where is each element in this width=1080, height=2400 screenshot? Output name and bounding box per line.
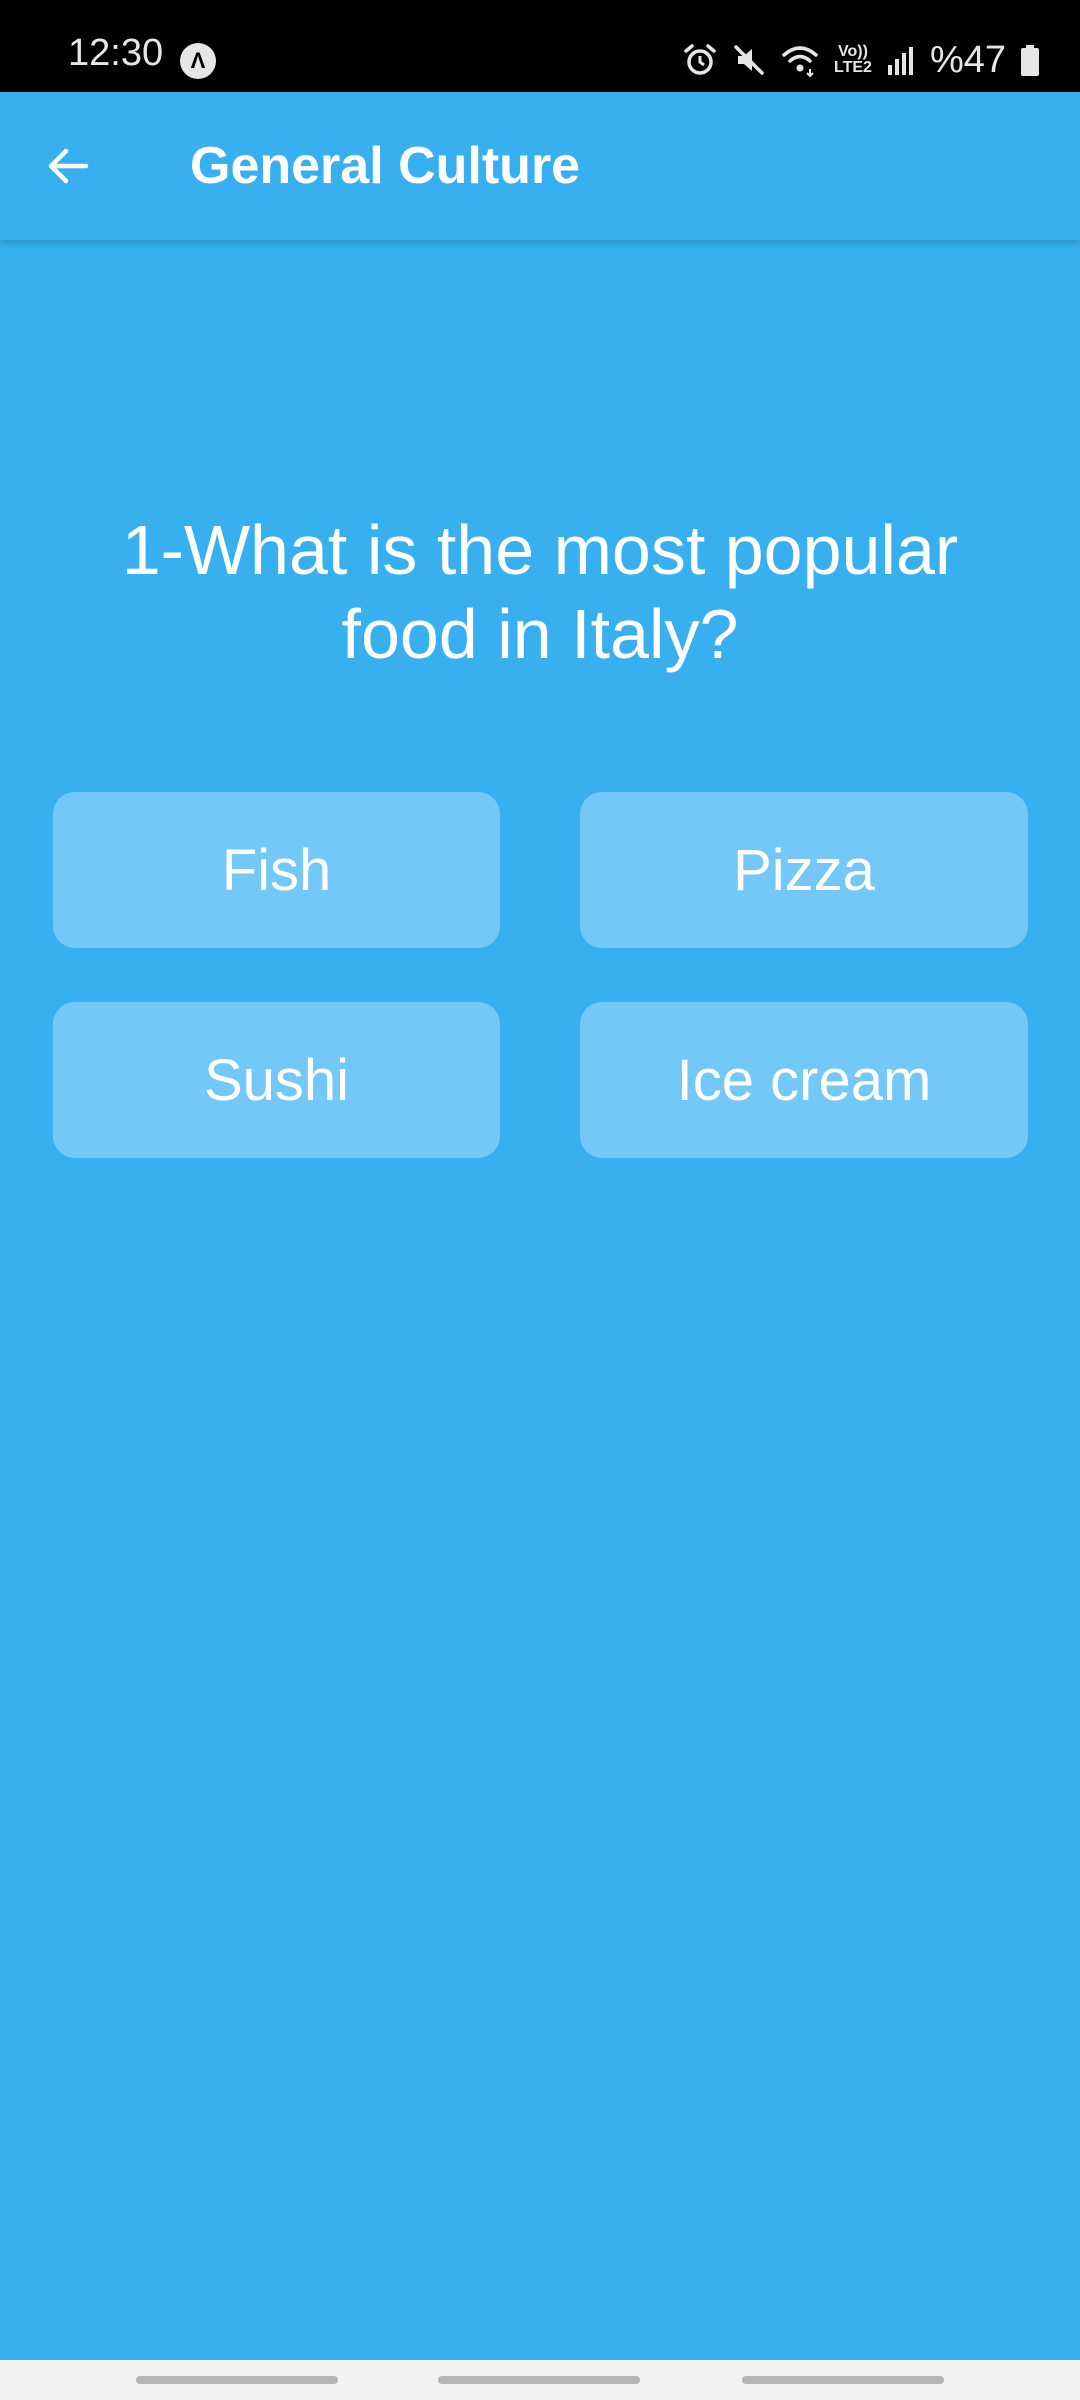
wifi-icon bbox=[780, 43, 820, 77]
nav-recents-button[interactable] bbox=[136, 2376, 338, 2384]
answer-button-fish[interactable]: Fish bbox=[53, 792, 500, 948]
lte-label: LTE2 bbox=[834, 59, 872, 76]
battery-icon bbox=[1020, 43, 1040, 77]
answer-grid: Fish Pizza Sushi Ice cream bbox=[53, 792, 1028, 1158]
status-time: 12:30 bbox=[68, 32, 164, 74]
app-bar: General Culture bbox=[0, 92, 1080, 240]
mute-icon bbox=[732, 43, 766, 77]
app-notification-icon: Λ bbox=[180, 43, 216, 79]
answer-button-pizza[interactable]: Pizza bbox=[580, 792, 1028, 948]
back-arrow-icon bbox=[44, 142, 92, 195]
battery-percent: %47 bbox=[929, 39, 1006, 81]
navigation-bar bbox=[0, 2360, 1080, 2400]
status-icons: Vo)) LTE2 %47 bbox=[682, 40, 1040, 80]
signal-icon bbox=[886, 43, 916, 77]
volte-label: Vo)) bbox=[838, 43, 868, 60]
volte-icon: Vo)) LTE2 bbox=[834, 44, 872, 76]
answer-button-sushi[interactable]: Sushi bbox=[53, 1002, 500, 1158]
question-text: 1-What is the most popular food in Italy… bbox=[121, 511, 959, 673]
alarm-icon bbox=[682, 42, 718, 78]
back-button[interactable] bbox=[28, 128, 108, 208]
page-title: General Culture bbox=[190, 137, 581, 195]
nav-back-button[interactable] bbox=[742, 2376, 944, 2384]
nav-home-button[interactable] bbox=[438, 2376, 640, 2384]
status-bar: 12:30 Λ Vo)) LTE2 %47 bbox=[0, 0, 1080, 92]
answer-button-ice-cream[interactable]: Ice cream bbox=[580, 1002, 1028, 1158]
